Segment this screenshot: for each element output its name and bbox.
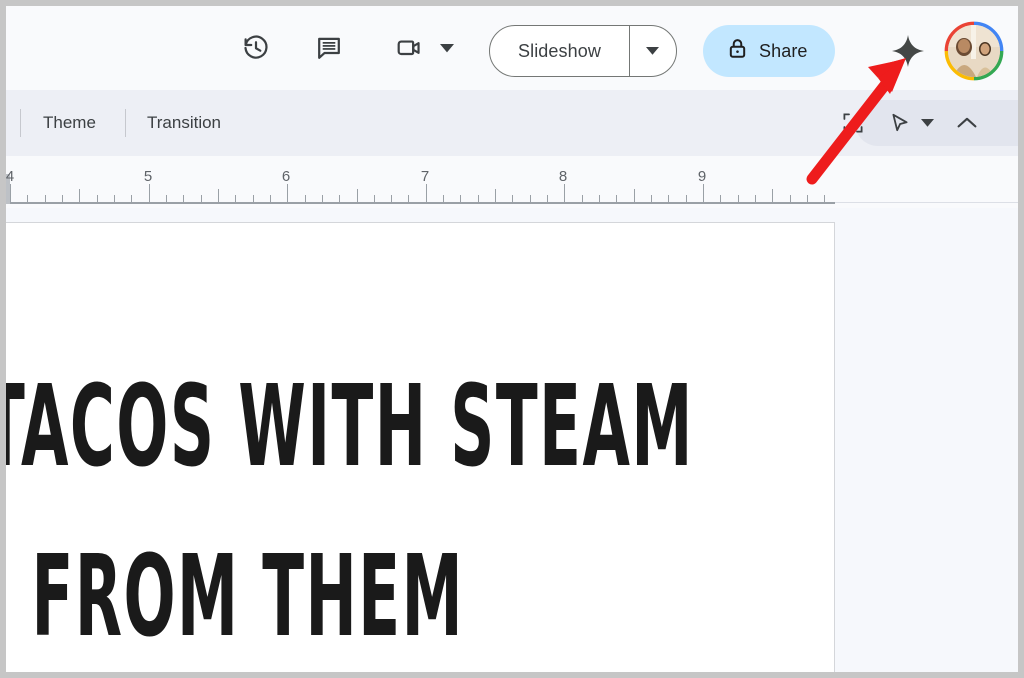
ruler-tick	[460, 195, 461, 202]
ruler-tick	[45, 195, 46, 202]
ruler-tick	[738, 195, 739, 202]
account-avatar[interactable]	[943, 20, 1005, 82]
ruler-tick	[183, 195, 184, 202]
ruler-tick	[218, 189, 219, 202]
app-window: Slideshow Share Theme Transition 4 5 6 7…	[6, 6, 1018, 672]
slideshow-split-button[interactable]: Slideshow	[489, 25, 677, 77]
comment-icon[interactable]	[307, 26, 351, 70]
ruler-tick	[807, 195, 808, 202]
ruler-tick	[235, 195, 236, 202]
ruler-tick	[755, 195, 756, 202]
ruler-tick	[114, 195, 115, 202]
ruler-tick	[530, 195, 531, 202]
ruler-track	[6, 202, 835, 204]
toolbar-divider	[125, 109, 126, 137]
ruler-tick	[10, 184, 11, 202]
ruler-tick	[374, 195, 375, 202]
ruler-tick	[166, 195, 167, 202]
ruler-tick	[339, 195, 340, 202]
video-camera-icon[interactable]	[391, 26, 429, 70]
ruler-tick	[720, 195, 721, 202]
ruler-tick	[495, 189, 496, 202]
chevron-down-icon[interactable]	[630, 26, 676, 76]
ruler-tick	[391, 195, 392, 202]
ruler-number: 8	[558, 168, 568, 185]
avatar-photo	[948, 25, 1000, 77]
ruler-tick	[547, 195, 548, 202]
ruler-number: 9	[697, 168, 707, 185]
slide-canvas-area[interactable]: TACOS WITH STEAM G FROM THEM	[6, 208, 1018, 672]
slideshow-button[interactable]: Slideshow	[490, 26, 629, 76]
ruler-tick	[790, 195, 791, 202]
chevron-up-icon[interactable]	[952, 108, 982, 138]
ruler-tick	[253, 195, 254, 202]
ruler-tick	[27, 195, 28, 202]
ruler-tick	[357, 189, 358, 202]
ruler-tick	[322, 195, 323, 202]
gemini-sparkle-icon[interactable]	[884, 27, 932, 75]
theme-button[interactable]: Theme	[33, 104, 106, 142]
ruler-tick	[564, 184, 565, 202]
ruler-number: 4	[6, 168, 15, 185]
ruler-number: 7	[420, 168, 430, 185]
ruler-number: 5	[143, 168, 153, 185]
ruler-tick	[616, 195, 617, 202]
toolbar-divider	[20, 109, 21, 137]
slide-text-line-1[interactable]: TACOS WITH STEAM	[6, 370, 694, 483]
ruler-tick	[408, 195, 409, 202]
chevron-down-icon[interactable]	[438, 39, 456, 57]
slides-toolbar: Theme Transition	[6, 90, 1018, 156]
ruler-tick	[512, 195, 513, 202]
ruler-tick	[443, 195, 444, 202]
ruler-tick	[79, 189, 80, 202]
transition-button[interactable]: Transition	[137, 104, 231, 142]
ruler-track-inactive	[835, 202, 1018, 203]
share-button[interactable]: Share	[703, 25, 835, 77]
ruler-tick	[824, 195, 825, 202]
lock-icon	[727, 37, 748, 65]
ruler-tick	[478, 195, 479, 202]
ruler-tick	[668, 195, 669, 202]
slide-text-line-2[interactable]: G FROM THEM	[6, 540, 464, 653]
ruler-tick	[686, 195, 687, 202]
ruler-tick	[651, 195, 652, 202]
ruler-tick	[201, 195, 202, 202]
share-label: Share	[759, 40, 808, 61]
select-cursor-icon[interactable]	[885, 108, 915, 138]
ruler-tick	[62, 195, 63, 202]
insert-image-icon[interactable]	[838, 108, 868, 138]
chevron-down-icon[interactable]	[916, 108, 938, 138]
ruler-tick	[97, 195, 98, 202]
ruler-tick	[703, 184, 704, 202]
ruler-tick	[599, 195, 600, 202]
ruler-tick	[305, 195, 306, 202]
horizontal-ruler[interactable]: 4 5 6 7 8 9	[6, 156, 1018, 208]
ruler-tick	[270, 195, 271, 202]
version-history-icon[interactable]	[234, 26, 278, 70]
ruler-tick	[149, 184, 150, 202]
ruler-tick	[426, 184, 427, 202]
ruler-tick	[131, 195, 132, 202]
ruler-tick	[582, 195, 583, 202]
top-header-bar: Slideshow Share	[6, 6, 1018, 90]
screenshot-frame: Slideshow Share Theme Transition 4 5 6 7…	[0, 0, 1024, 678]
ruler-number: 6	[281, 168, 291, 185]
current-slide[interactable]: TACOS WITH STEAM G FROM THEM	[6, 222, 835, 672]
ruler-tick	[287, 184, 288, 202]
ruler-tick	[634, 189, 635, 202]
ruler-tick	[772, 189, 773, 202]
